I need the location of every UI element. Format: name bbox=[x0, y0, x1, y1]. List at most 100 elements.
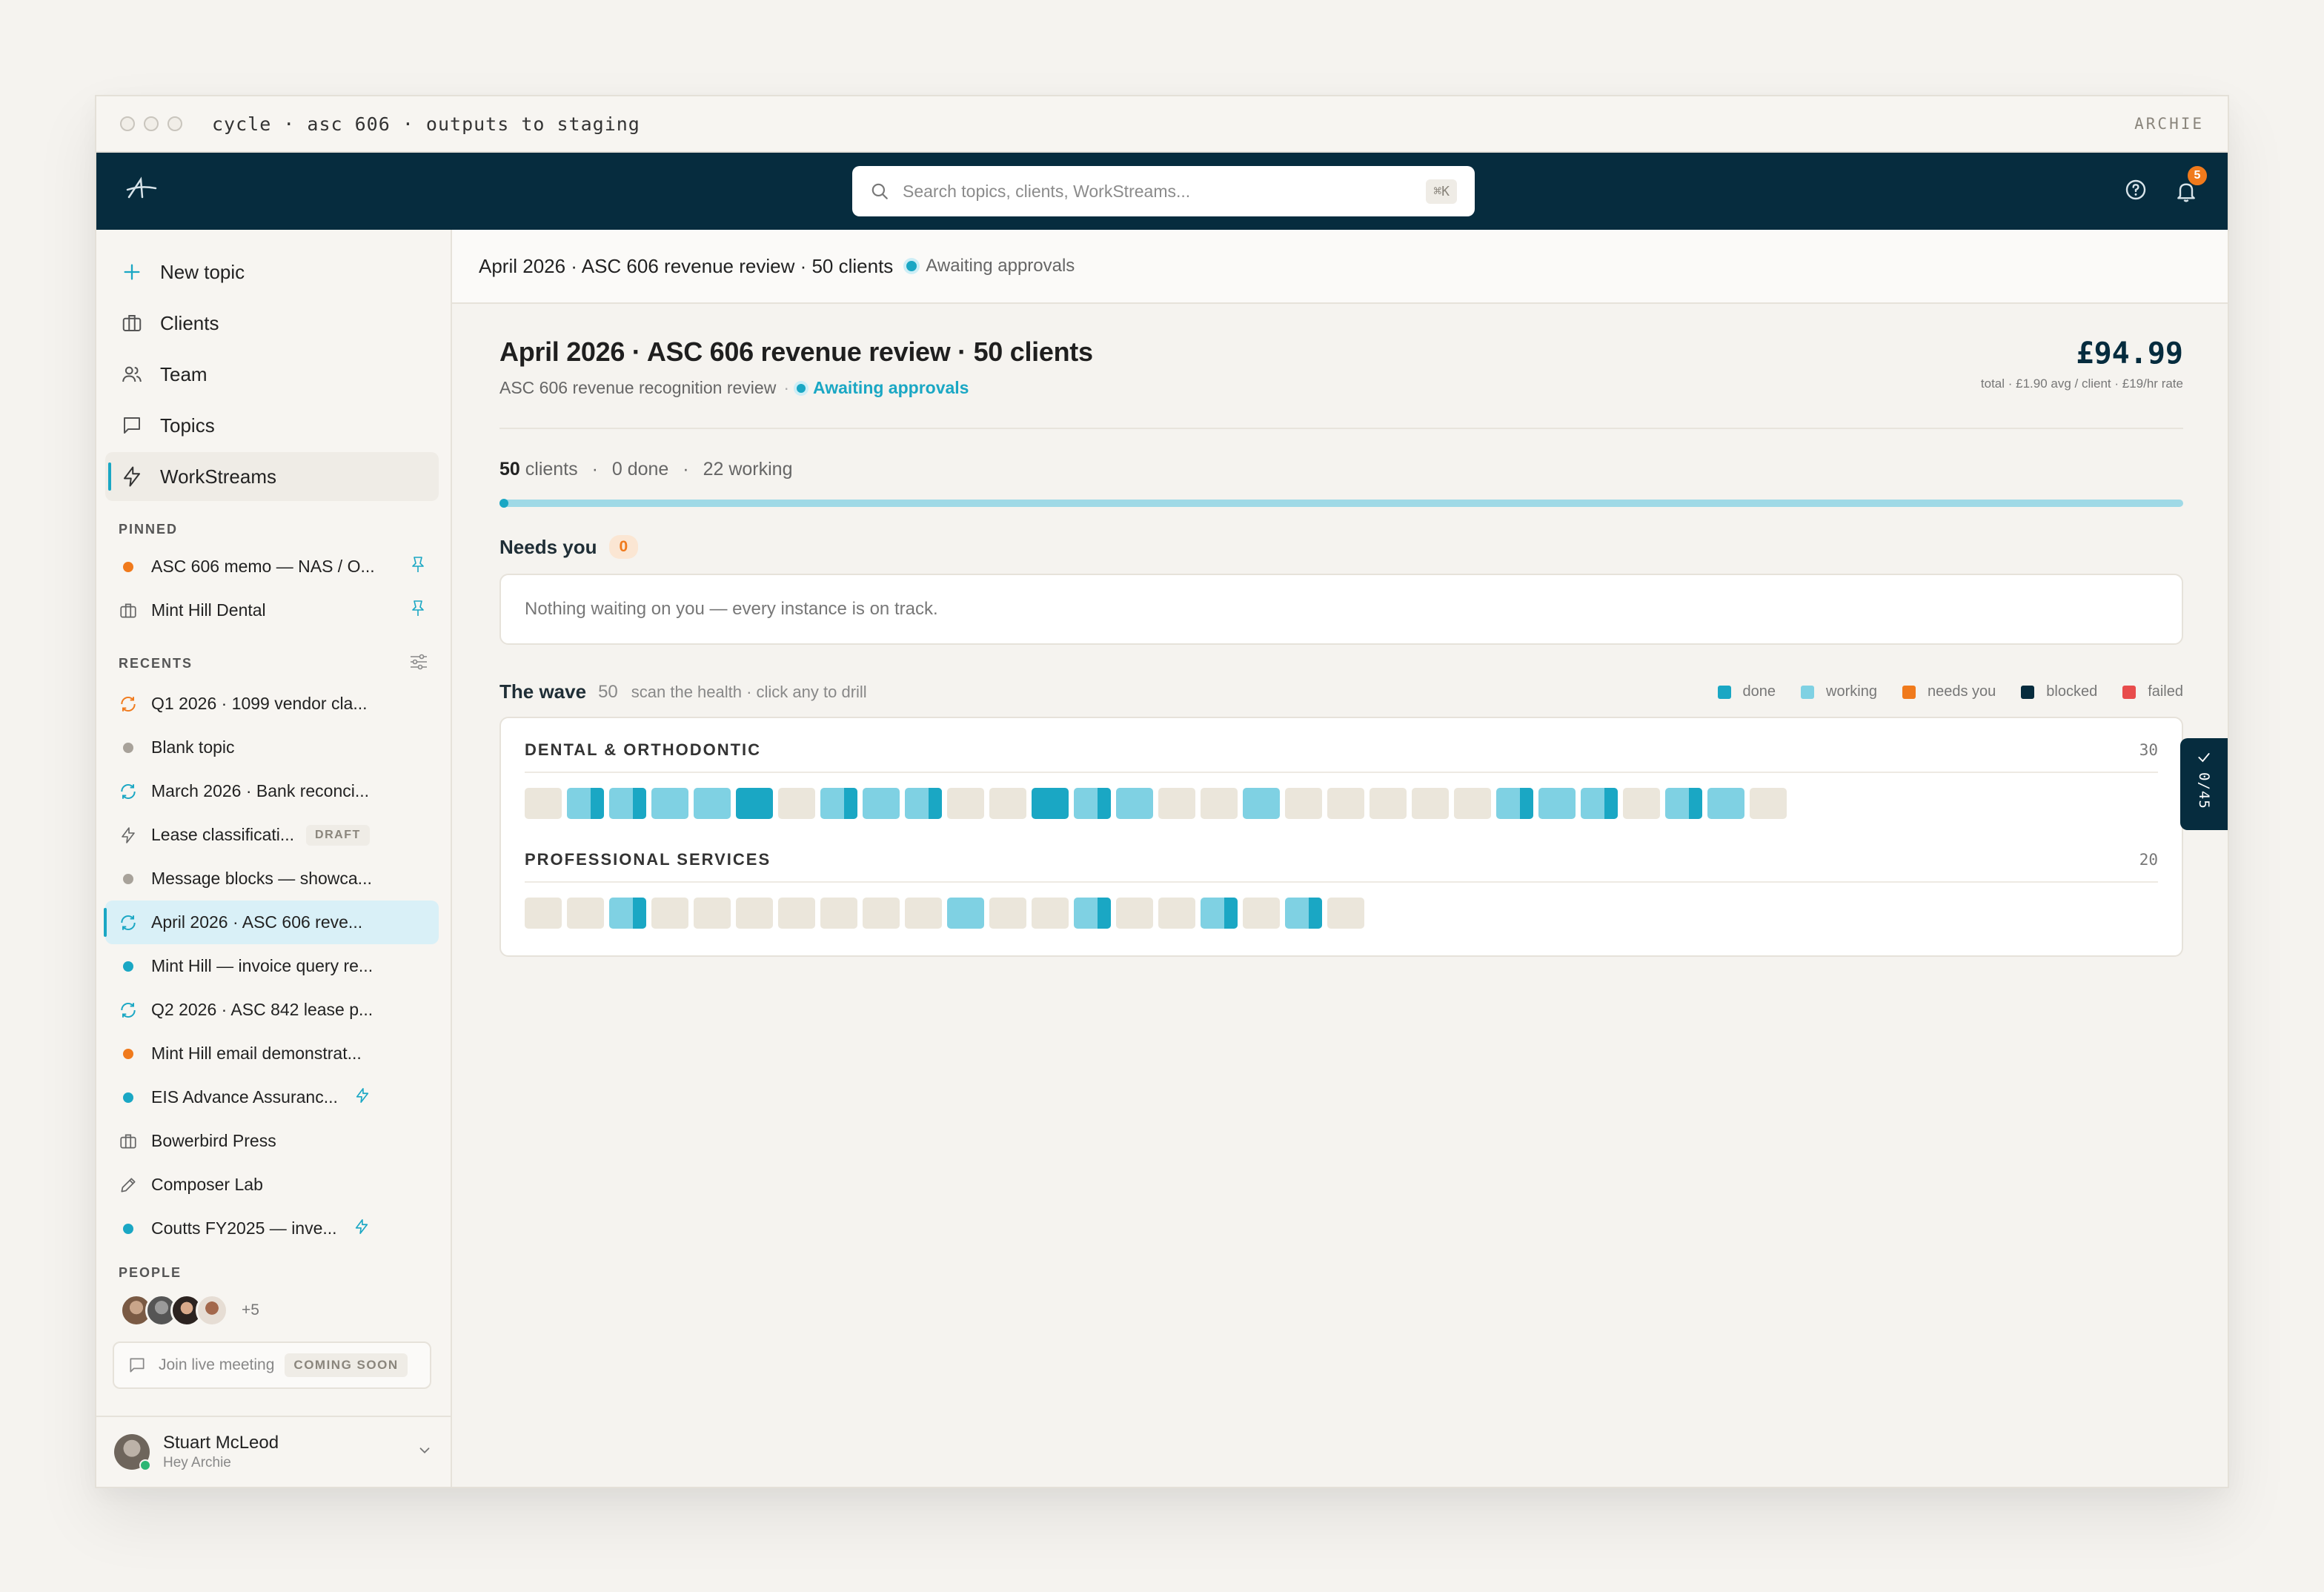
client-status-cell[interactable] bbox=[525, 898, 562, 929]
client-status-cell[interactable] bbox=[1496, 788, 1533, 819]
status-dot-teal bbox=[123, 1223, 133, 1234]
join-meeting-label: Join live meeting bbox=[159, 1356, 275, 1373]
breadcrumb-title[interactable]: April 2026 · ASC 606 revenue review · 50… bbox=[479, 255, 893, 278]
search-bar[interactable]: Search topics, clients, WorkStreams... ⌘… bbox=[852, 166, 1475, 216]
recent-item[interactable]: Mint Hill — invoice query re... bbox=[105, 944, 439, 988]
recent-item-selected[interactable]: April 2026 · ASC 606 reve... bbox=[104, 901, 439, 944]
help-button[interactable] bbox=[2124, 178, 2148, 205]
draft-badge: DRAFT bbox=[306, 824, 370, 846]
client-status-cell[interactable] bbox=[1116, 788, 1153, 819]
client-status-cell[interactable] bbox=[778, 898, 815, 929]
client-status-cell[interactable] bbox=[1707, 788, 1744, 819]
client-status-cell[interactable] bbox=[1327, 898, 1364, 929]
client-status-cell[interactable] bbox=[1116, 898, 1153, 929]
wave-group-count: 20 bbox=[2139, 851, 2158, 869]
notifications-button[interactable]: 5 bbox=[2174, 165, 2208, 203]
client-status-cell[interactable] bbox=[651, 898, 688, 929]
avatar[interactable] bbox=[196, 1294, 228, 1327]
pin-icon[interactable] bbox=[411, 600, 425, 622]
minimize-window-button[interactable] bbox=[144, 116, 159, 131]
pinned-section-label: PINNED bbox=[119, 522, 179, 537]
recent-item[interactable]: EIS Advance Assuranc... bbox=[105, 1075, 439, 1119]
close-window-button[interactable] bbox=[120, 116, 135, 131]
nav-new-topic[interactable]: New topic bbox=[105, 248, 439, 296]
needs-you-count: 0 bbox=[608, 535, 639, 559]
client-status-cell[interactable] bbox=[1158, 898, 1195, 929]
client-status-cell[interactable] bbox=[820, 788, 857, 819]
recent-item-label: Mint Hill — invoice query re... bbox=[151, 956, 374, 975]
client-status-cell[interactable] bbox=[1032, 898, 1069, 929]
user-menu[interactable]: Stuart McLeod Hey Archie bbox=[96, 1416, 451, 1487]
recent-item[interactable]: Blank topic bbox=[105, 726, 439, 769]
client-status-cell[interactable] bbox=[651, 788, 688, 819]
client-status-cell[interactable] bbox=[1370, 788, 1407, 819]
client-status-cell[interactable] bbox=[1665, 788, 1702, 819]
client-status-cell[interactable] bbox=[989, 898, 1026, 929]
client-status-cell[interactable] bbox=[609, 898, 646, 929]
client-status-cell[interactable] bbox=[820, 898, 857, 929]
client-status-cell[interactable] bbox=[989, 788, 1026, 819]
chevron-down-icon[interactable] bbox=[416, 1442, 433, 1462]
filter-icon[interactable] bbox=[409, 653, 428, 674]
client-status-cell[interactable] bbox=[1581, 788, 1618, 819]
approvals-tab[interactable]: 0/45 bbox=[2180, 738, 2228, 830]
client-status-cell[interactable] bbox=[736, 788, 773, 819]
client-status-cell[interactable] bbox=[1750, 788, 1787, 819]
status-dot-teal bbox=[123, 961, 133, 972]
client-status-cell[interactable] bbox=[736, 898, 773, 929]
client-status-cell[interactable] bbox=[947, 898, 984, 929]
status-dot bbox=[906, 261, 917, 271]
client-status-cell[interactable] bbox=[905, 898, 942, 929]
client-status-cell[interactable] bbox=[1032, 788, 1069, 819]
recent-item[interactable]: Bowerbird Press bbox=[105, 1119, 439, 1163]
client-status-cell[interactable] bbox=[1412, 788, 1449, 819]
search-input[interactable]: Search topics, clients, WorkStreams... bbox=[903, 182, 1190, 202]
recent-item[interactable]: Q1 2026 · 1099 vendor cla... bbox=[105, 682, 439, 726]
client-status-cell[interactable] bbox=[694, 788, 731, 819]
client-status-cell[interactable] bbox=[1074, 898, 1111, 929]
people-more-count[interactable]: +5 bbox=[242, 1301, 259, 1319]
recent-item[interactable]: Mint Hill email demonstrat... bbox=[105, 1032, 439, 1075]
recent-item[interactable]: Q2 2026 · ASC 842 lease p... bbox=[105, 988, 439, 1032]
people-avatars[interactable]: +5 bbox=[105, 1288, 439, 1333]
client-status-cell[interactable] bbox=[525, 788, 562, 819]
join-meeting-button[interactable]: Join live meeting COMING SOON bbox=[113, 1341, 431, 1389]
client-status-cell[interactable] bbox=[1623, 788, 1660, 819]
pinned-item[interactable]: ASC 606 memo — NAS / O... bbox=[105, 545, 439, 588]
window-controls[interactable] bbox=[120, 116, 182, 131]
nav-topics[interactable]: Topics bbox=[105, 401, 439, 450]
client-status-cell[interactable] bbox=[1158, 788, 1195, 819]
client-status-cell[interactable] bbox=[609, 788, 646, 819]
nav-clients[interactable]: Clients bbox=[105, 299, 439, 348]
recent-item[interactable]: Message blocks — showca... bbox=[105, 857, 439, 901]
recent-item[interactable]: Composer Lab bbox=[105, 1163, 439, 1207]
client-status-cell[interactable] bbox=[1201, 788, 1238, 819]
client-status-cell[interactable] bbox=[905, 788, 942, 819]
client-status-cell[interactable] bbox=[567, 788, 604, 819]
client-status-cell[interactable] bbox=[1074, 788, 1111, 819]
archie-logo[interactable] bbox=[126, 175, 170, 208]
client-status-cell[interactable] bbox=[778, 788, 815, 819]
client-status-cell[interactable] bbox=[863, 898, 900, 929]
client-status-cell[interactable] bbox=[863, 788, 900, 819]
client-status-cell[interactable] bbox=[1285, 788, 1322, 819]
nav-team[interactable]: Team bbox=[105, 350, 439, 399]
pinned-item[interactable]: Mint Hill Dental bbox=[105, 588, 439, 632]
client-status-cell[interactable] bbox=[567, 898, 604, 929]
client-status-cell[interactable] bbox=[1538, 788, 1576, 819]
recent-item[interactable]: Lease classificati... DRAFT bbox=[105, 813, 439, 857]
pin-icon[interactable] bbox=[411, 556, 425, 578]
client-status-cell[interactable] bbox=[947, 788, 984, 819]
nav-workstreams[interactable]: WorkStreams bbox=[105, 452, 439, 501]
client-status-cell[interactable] bbox=[1201, 898, 1238, 929]
client-status-cell[interactable] bbox=[694, 898, 731, 929]
client-status-cell[interactable] bbox=[1327, 788, 1364, 819]
recent-item[interactable]: Coutts FY2025 — inve... bbox=[105, 1207, 439, 1250]
user-name: Stuart McLeod bbox=[163, 1433, 279, 1453]
maximize-window-button[interactable] bbox=[167, 116, 182, 131]
recent-item[interactable]: March 2026 · Bank reconci... bbox=[105, 769, 439, 813]
client-status-cell[interactable] bbox=[1243, 788, 1280, 819]
client-status-cell[interactable] bbox=[1454, 788, 1491, 819]
client-status-cell[interactable] bbox=[1243, 898, 1280, 929]
client-status-cell[interactable] bbox=[1285, 898, 1322, 929]
